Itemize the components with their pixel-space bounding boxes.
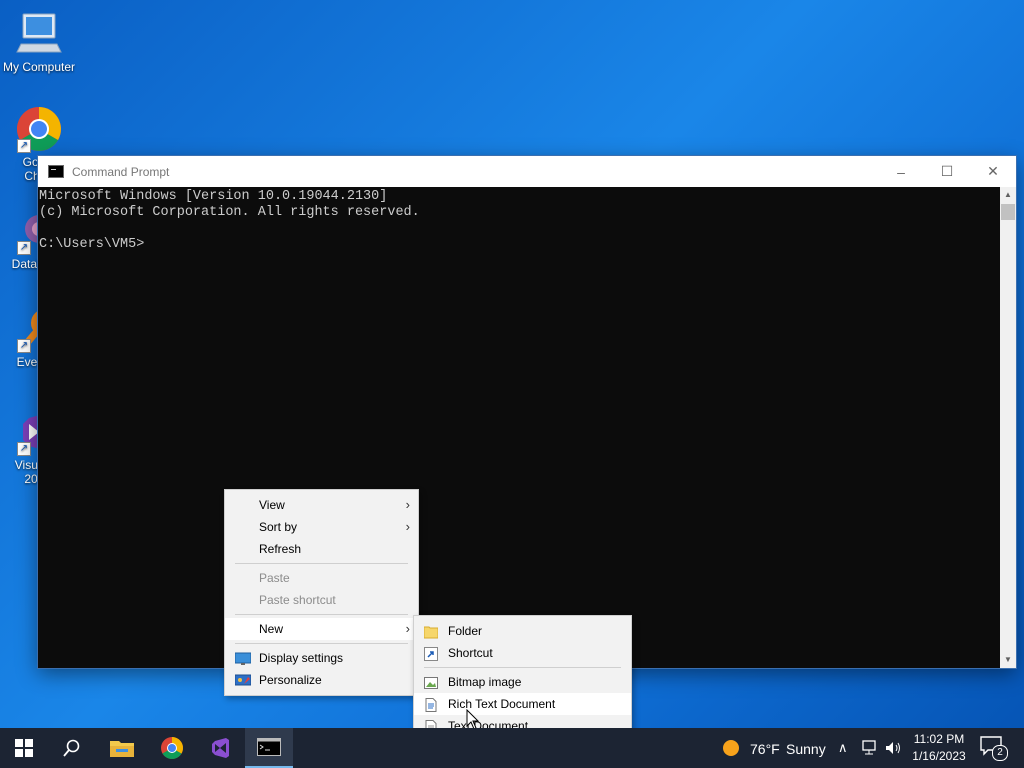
close-button[interactable]: ✕ [970, 156, 1016, 187]
computer-icon [15, 10, 63, 58]
rich-text-document-icon [424, 697, 438, 712]
minimize-button[interactable]: – [878, 156, 924, 187]
cmd-icon [48, 165, 64, 178]
shortcut-arrow-icon: ↗ [17, 339, 31, 353]
weather-widget[interactable]: 76°F Sunny [716, 728, 831, 768]
taskbar-visual-studio[interactable] [196, 728, 244, 768]
visual-studio-icon [212, 738, 229, 758]
shortcut-icon [424, 646, 438, 661]
window-title: Command Prompt [72, 164, 170, 179]
taskbar-file-explorer[interactable] [98, 728, 146, 768]
menu-item-new[interactable]: New › [225, 618, 418, 640]
command-prompt-window[interactable]: Command Prompt – ☐ ✕ Microsoft Windows [… [38, 156, 1016, 668]
notification-center-button[interactable]: 2 [980, 736, 1010, 761]
chevron-right-icon: › [405, 519, 410, 534]
scroll-thumb[interactable] [1001, 204, 1015, 220]
submenu-item-shortcut[interactable]: Shortcut [414, 642, 631, 664]
console-prompt: C:\Users\VM5> [39, 237, 145, 252]
chevron-up-icon: ∧ [838, 740, 848, 755]
menu-item-view[interactable]: View › [225, 494, 418, 516]
console-line: (c) Microsoft Corporation. All rights re… [39, 205, 420, 220]
clock[interactable]: 11:02 PM 1/16/2023 [906, 728, 972, 768]
menu-separator [235, 563, 408, 564]
clock-date: 1/16/2023 [912, 749, 966, 763]
search-button[interactable] [48, 728, 96, 768]
menu-separator [424, 667, 621, 668]
menu-item-refresh[interactable]: Refresh [225, 538, 418, 560]
scroll-down-icon[interactable]: ▼ [1000, 652, 1016, 668]
shortcut-arrow-icon: ↗ [17, 139, 31, 153]
volume-icon[interactable] [885, 740, 903, 759]
show-hidden-icons-button[interactable]: ∧ [838, 740, 848, 756]
clock-time: 11:02 PM [913, 732, 965, 746]
menu-separator [235, 643, 408, 644]
network-icon[interactable] [862, 740, 880, 759]
menu-separator [235, 614, 408, 615]
chevron-right-icon: › [405, 621, 410, 636]
display-settings-icon [234, 651, 252, 665]
shortcut-arrow-icon: ↗ [17, 241, 31, 255]
search-icon [63, 739, 80, 757]
sun-icon [723, 740, 739, 756]
chrome-icon [161, 737, 183, 759]
scroll-up-icon[interactable]: ▲ [1000, 187, 1016, 203]
file-explorer-icon [110, 741, 134, 757]
cmd-icon [257, 738, 281, 756]
windows-logo-icon [15, 739, 33, 757]
start-button[interactable] [0, 728, 48, 768]
menu-item-paste-shortcut: Paste shortcut [259, 593, 336, 607]
menu-item-personalize[interactable]: Personalize [225, 669, 418, 691]
title-bar[interactable]: Command Prompt – ☐ ✕ [38, 156, 1016, 187]
submenu-item-folder[interactable]: Folder [414, 620, 631, 642]
desktop-icon-label: My Computer [2, 60, 76, 74]
shortcut-arrow-icon: ↗ [17, 442, 31, 456]
menu-item-paste: Paste [259, 571, 290, 585]
console-output[interactable]: Microsoft Windows [Version 10.0.19044.21… [38, 187, 1000, 668]
taskbar-chrome[interactable] [148, 728, 196, 768]
chrome-icon: ↗ [15, 105, 63, 153]
new-submenu: Folder Shortcut Bitmap image Rich Text D… [413, 615, 632, 742]
console-line: Microsoft Windows [Version 10.0.19044.21… [39, 189, 388, 204]
weather-condition: Sunny [786, 741, 826, 757]
bitmap-image-icon [424, 675, 438, 689]
notification-count-badge: 2 [992, 745, 1008, 761]
taskbar-command-prompt[interactable] [245, 728, 293, 768]
folder-icon [423, 624, 439, 639]
personalize-icon [234, 673, 252, 687]
menu-item-display-settings[interactable]: Display settings [225, 647, 418, 669]
submenu-item-rich-text-document[interactable]: Rich Text Document [414, 693, 631, 715]
weather-temperature: 76°F [750, 741, 780, 757]
desktop-context-menu: View › Sort by › Refresh Paste Paste sho… [224, 489, 419, 696]
desktop-icon-my-computer[interactable]: My Computer [0, 10, 78, 74]
chevron-right-icon: › [405, 497, 410, 512]
taskbar: 76°F Sunny ∧ 11:02 PM 1/16/2023 2 [0, 728, 1024, 768]
submenu-item-bitmap-image[interactable]: Bitmap image [414, 671, 631, 693]
menu-item-sort-by[interactable]: Sort by › [225, 516, 418, 538]
vertical-scrollbar[interactable]: ▲ ▼ [1000, 187, 1016, 668]
maximize-button[interactable]: ☐ [924, 156, 970, 187]
